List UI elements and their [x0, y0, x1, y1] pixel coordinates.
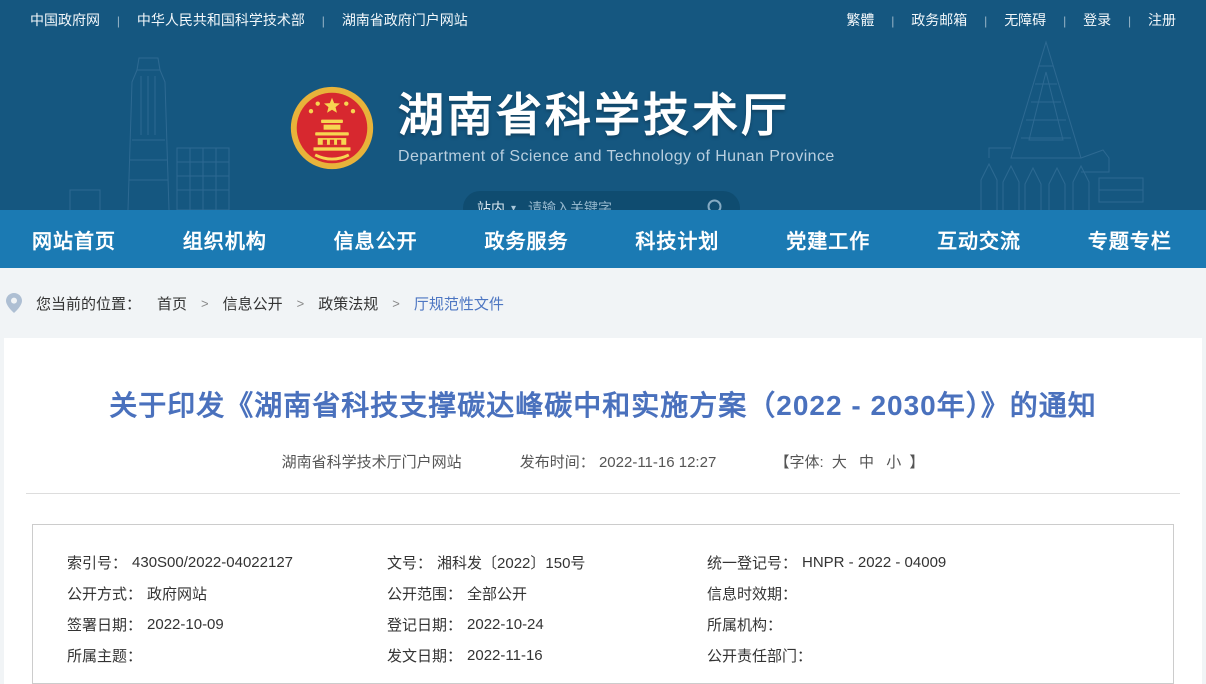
nav-item-info-disclosure[interactable]: 信息公开	[334, 225, 418, 254]
topbar-left-links: 中国政府网 | 中华人民共和国科学技术部 | 湖南省政府门户网站	[30, 10, 468, 30]
publish-time-value: 2022-11-16 12:27	[599, 454, 716, 471]
breadcrumb-separator: >	[201, 296, 209, 311]
topbar-link-traditional-chinese[interactable]: 繁體	[846, 12, 874, 28]
info-responsible-department: 公开责任部门：	[707, 640, 1173, 671]
document-info-table: 索引号：430S00/2022-04022127 文号：湘科发〔2022〕150…	[32, 524, 1174, 684]
site-header: 湖南省科学技术厅 Department of Science and Techn…	[0, 40, 1206, 210]
info-document-number: 文号：湘科发〔2022〕150号	[387, 547, 707, 578]
topbar-link-gov-mailbox[interactable]: 政务邮箱	[911, 12, 967, 28]
font-size-control: 【字体: 大 中 小 】	[774, 454, 924, 471]
breadcrumb-item-policies[interactable]: 政策法规	[318, 293, 378, 314]
nav-item-home[interactable]: 网站首页	[32, 225, 116, 254]
topbar-link-hunan-gov[interactable]: 湖南省政府门户网站	[342, 12, 468, 28]
topbar-link-accessibility[interactable]: 无障碍	[1004, 12, 1046, 28]
search-input[interactable]	[528, 200, 706, 210]
font-size-large-button[interactable]: 大	[832, 454, 847, 471]
brand-text: 湖南省科学技术厅 Department of Science and Techn…	[398, 90, 835, 166]
main-nav: 网站首页 组织机构 信息公开 政务服务 科技计划 党建工作 互动交流 专题专栏	[0, 210, 1206, 268]
topbar-separator: |	[322, 14, 325, 28]
publish-time: 发布时间： 2022-11-16 12:27	[520, 454, 721, 471]
article-source: 湖南省科学技术厅门户网站	[282, 454, 462, 471]
topbar-separator: |	[117, 14, 120, 28]
font-size-prefix: 【字体:	[774, 454, 823, 471]
font-size-small-button[interactable]: 小	[886, 454, 901, 471]
info-unified-registration-number: 统一登记号：HNPR - 2022 - 04009	[707, 547, 1173, 578]
chevron-down-icon: ▾	[511, 203, 516, 211]
info-index-number: 索引号：430S00/2022-04022127	[67, 547, 387, 578]
publish-time-label: 发布时间：	[520, 454, 595, 471]
search-scope-dropdown[interactable]: 站内 ▾	[477, 198, 516, 210]
info-validity-period: 信息时效期：	[707, 578, 1173, 609]
info-affiliated-agency: 所属机构：	[707, 609, 1173, 640]
topbar-link-most[interactable]: 中华人民共和国科学技术部	[137, 12, 305, 28]
font-size-suffix: 】	[909, 454, 924, 471]
info-signing-date: 签署日期：2022-10-09	[67, 609, 387, 640]
search-bar[interactable]: 站内 ▾	[463, 191, 740, 210]
topbar: 中国政府网 | 中华人民共和国科学技术部 | 湖南省政府门户网站 繁體 | 政务…	[0, 0, 1206, 40]
nav-item-gov-services[interactable]: 政务服务	[485, 225, 569, 254]
font-size-medium-button[interactable]: 中	[859, 454, 874, 471]
search-scope-label: 站内	[477, 198, 505, 210]
topbar-link-register[interactable]: 注册	[1148, 12, 1176, 28]
nav-item-party-building[interactable]: 党建工作	[786, 225, 870, 254]
info-disclosure-method: 公开方式：政府网站	[67, 578, 387, 609]
breadcrumb-item-info-disclosure[interactable]: 信息公开	[223, 293, 283, 314]
nav-item-sci-tech-programs[interactable]: 科技计划	[635, 225, 719, 254]
search-icon[interactable]	[706, 198, 726, 210]
breadcrumb: 您当前的位置： 首页 > 信息公开 > 政策法规 > 厅规范性文件	[0, 268, 1206, 338]
site-subtitle: Department of Science and Technology of …	[398, 148, 835, 166]
topbar-separator: |	[891, 14, 894, 28]
building-watermark-left-icon	[40, 40, 260, 210]
nav-item-organization[interactable]: 组织机构	[183, 225, 267, 254]
topbar-separator: |	[1128, 14, 1131, 28]
topbar-separator: |	[1063, 14, 1066, 28]
site-title: 湖南省科学技术厅	[398, 90, 835, 141]
breadcrumb-item-home[interactable]: 首页	[157, 293, 187, 314]
breadcrumb-item-normative-documents[interactable]: 厅规范性文件	[414, 293, 504, 314]
site-brand: 湖南省科学技术厅 Department of Science and Techn…	[290, 86, 835, 170]
topbar-right-links: 繁體 | 政务邮箱 | 无障碍 | 登录 | 注册	[846, 10, 1176, 30]
breadcrumb-separator: >	[392, 296, 400, 311]
topbar-link-login[interactable]: 登录	[1083, 12, 1111, 28]
nav-item-special-columns[interactable]: 专题专栏	[1088, 225, 1172, 254]
breadcrumb-separator: >	[297, 296, 305, 311]
topbar-separator: |	[984, 14, 987, 28]
article-content: 关于印发《湖南省科技支撑碳达峰碳中和实施方案（2022 - 2030年）》的通知…	[4, 338, 1202, 684]
article-title: 关于印发《湖南省科技支撑碳达峰碳中和实施方案（2022 - 2030年）》的通知	[4, 338, 1202, 424]
location-pin-icon	[6, 293, 22, 313]
topbar-link-china-gov[interactable]: 中国政府网	[30, 12, 100, 28]
breadcrumb-prefix: 您当前的位置：	[36, 293, 141, 314]
nav-item-interaction[interactable]: 互动交流	[937, 225, 1021, 254]
meta-divider	[26, 493, 1180, 494]
info-issue-date: 发文日期：2022-11-16	[387, 640, 707, 671]
info-subject: 所属主题：	[67, 640, 387, 671]
national-emblem-logo	[290, 86, 374, 170]
building-watermark-right-icon	[941, 40, 1151, 210]
page: 中国政府网 | 中华人民共和国科学技术部 | 湖南省政府门户网站 繁體 | 政务…	[0, 0, 1206, 684]
info-disclosure-scope: 公开范围：全部公开	[387, 578, 707, 609]
info-registration-date: 登记日期：2022-10-24	[387, 609, 707, 640]
article-meta: 湖南省科学技术厅门户网站 发布时间： 2022-11-16 12:27 【字体:…	[4, 451, 1202, 472]
